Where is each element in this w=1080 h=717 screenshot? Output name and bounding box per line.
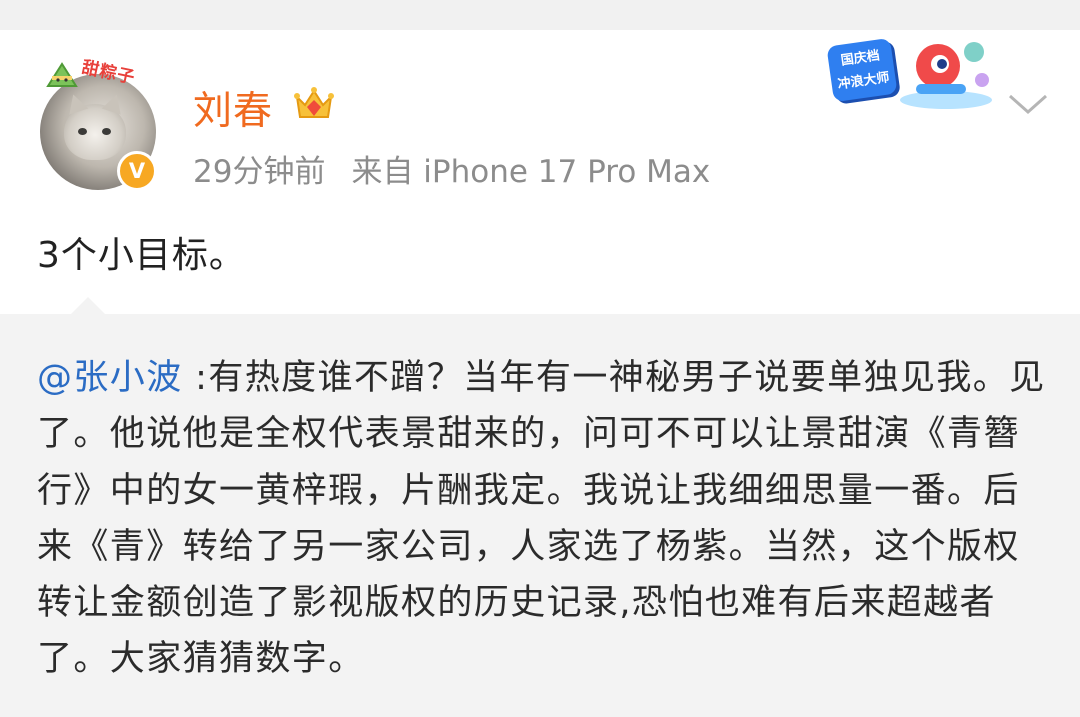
cat-ear xyxy=(101,91,127,115)
promo-text: 国庆档 冲浪大师 xyxy=(826,38,896,97)
post-text: 3个小目标。 xyxy=(37,235,246,276)
cat-eye xyxy=(78,128,87,135)
zongzi-pendant-icon xyxy=(46,62,78,87)
repost-text: @张小波 :有热度谁不蹭？当年有一神秘男子说要单独见我。见了。他说他是全权代表景… xyxy=(37,350,1047,688)
mascot-icon xyxy=(900,42,992,109)
username[interactable]: 刘春 xyxy=(193,80,273,136)
post-meta: 29分钟前 来自 iPhone 17 Pro Max xyxy=(193,146,710,191)
promo-badge[interactable]: 国庆档 冲浪大师 xyxy=(826,36,996,112)
mention-link[interactable]: @张小波 xyxy=(37,358,183,398)
post-source[interactable]: 来自 iPhone 17 Pro Max xyxy=(351,154,710,190)
crown-gem-icon[interactable] xyxy=(291,83,337,123)
avatar[interactable]: 甜粽子 V xyxy=(40,58,157,191)
cat-ear xyxy=(63,91,89,115)
verified-badge-icon: V xyxy=(117,151,157,191)
chevron-down-icon[interactable] xyxy=(1004,88,1052,118)
top-strip xyxy=(0,0,1080,30)
post-time: 29分钟前 xyxy=(193,154,326,190)
promo-tag: 国庆档 冲浪大师 xyxy=(826,37,898,103)
cat-face xyxy=(63,91,127,160)
cat-eye xyxy=(102,128,111,135)
repost-body: :有热度谁不蹭？当年有一神秘男子说要单独见我。见了。他说他是全权代表景甜来的，问… xyxy=(37,358,1046,680)
